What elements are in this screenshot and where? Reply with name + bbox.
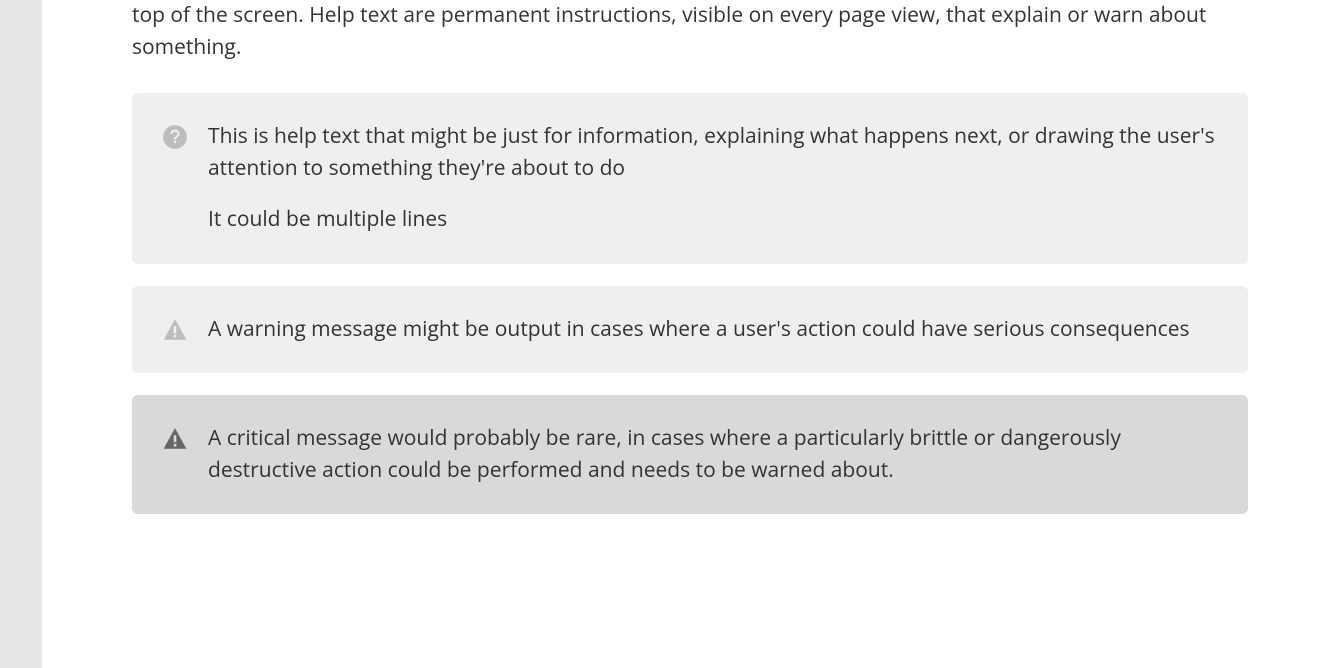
help-warning-text: A warning message might be output in cas… (208, 314, 1218, 346)
help-block-info: This is help text that might be just for… (132, 93, 1248, 264)
help-critical-body: A critical message would probably be rar… (208, 423, 1218, 486)
help-critical-text: A critical message would probably be rar… (208, 423, 1218, 486)
warning-triangle-icon (162, 317, 188, 343)
help-info-text-1: This is help text that might be just for… (208, 121, 1218, 184)
help-warning-body: A warning message might be output in cas… (208, 314, 1218, 346)
intro-text: top of the screen. Help text are permane… (132, 0, 1248, 63)
help-info-body: This is help text that might be just for… (208, 121, 1218, 236)
help-info-text-2: It could be multiple lines (208, 204, 1218, 236)
document-page: top of the screen. Help text are permane… (42, 0, 1338, 668)
help-block-critical: A critical message would probably be rar… (132, 395, 1248, 514)
question-circle-icon (162, 124, 188, 150)
critical-triangle-icon (162, 426, 188, 452)
help-block-warning: A warning message might be output in cas… (132, 286, 1248, 374)
intro-paragraph: top of the screen. Help text are permane… (132, 0, 1248, 63)
sidebar-gutter (0, 0, 42, 668)
